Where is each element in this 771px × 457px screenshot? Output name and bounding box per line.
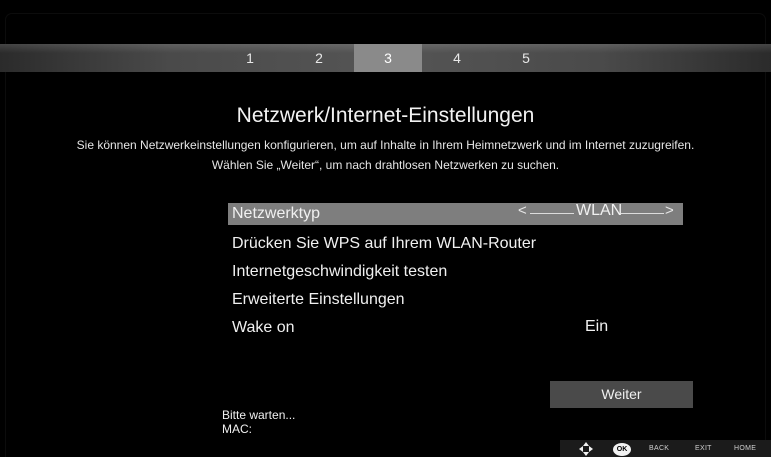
menu-item-label: Internetgeschwindigkeit testen <box>232 263 448 280</box>
menu-item-wake-on[interactable]: Wake on <box>228 317 683 339</box>
ok-button-icon: OK <box>613 443 631 456</box>
selector-line-left <box>530 213 574 214</box>
network-type-value: WLAN <box>576 202 623 219</box>
arrow-right-icon[interactable]: > <box>665 202 674 219</box>
page-description-line2: Wählen Sie „Weiter“, um nach drahtlosen … <box>211 158 560 172</box>
remote-hint-bar: OK BACK EXIT HOME <box>560 440 771 457</box>
arrow-left-icon[interactable]: < <box>518 202 527 219</box>
wake-on-value: Ein <box>585 318 609 335</box>
menu-item-speed-test[interactable]: Internetgeschwindigkeit testen <box>228 261 683 283</box>
menu-item-wps[interactable]: Drücken Sie WPS auf Ihrem WLAN-Router <box>228 233 683 255</box>
home-hint: HOME <box>734 445 757 452</box>
menu-item-label: Erweiterte Einstellungen <box>232 291 405 308</box>
menu-item-label: Drücken Sie WPS auf Ihrem WLAN-Router <box>232 235 537 252</box>
step-4: 4 <box>453 50 461 66</box>
back-hint: BACK <box>649 445 670 452</box>
menu-item-label: Netzwerktyp <box>232 205 321 222</box>
status-wait-text: Bitte warten... <box>222 408 296 422</box>
step-5: 5 <box>522 50 530 66</box>
step-3-active: 3 <box>354 44 422 72</box>
step-2: 2 <box>315 50 323 66</box>
menu-item-label: Wake on <box>232 319 295 336</box>
next-button[interactable]: Weiter <box>550 381 693 408</box>
step-1: 1 <box>246 50 254 66</box>
navigation-arrows-icon <box>579 442 593 456</box>
menu-item-advanced-settings[interactable]: Erweiterte Einstellungen <box>228 289 683 311</box>
exit-hint: EXIT <box>695 445 712 452</box>
mac-label: MAC: <box>222 422 252 436</box>
page-description-line1: Sie können Netzwerkeinstellungen konfigu… <box>76 138 695 152</box>
selector-line-right <box>621 213 664 214</box>
page-title: Netzwerk/Internet-Einstellungen <box>236 104 535 127</box>
